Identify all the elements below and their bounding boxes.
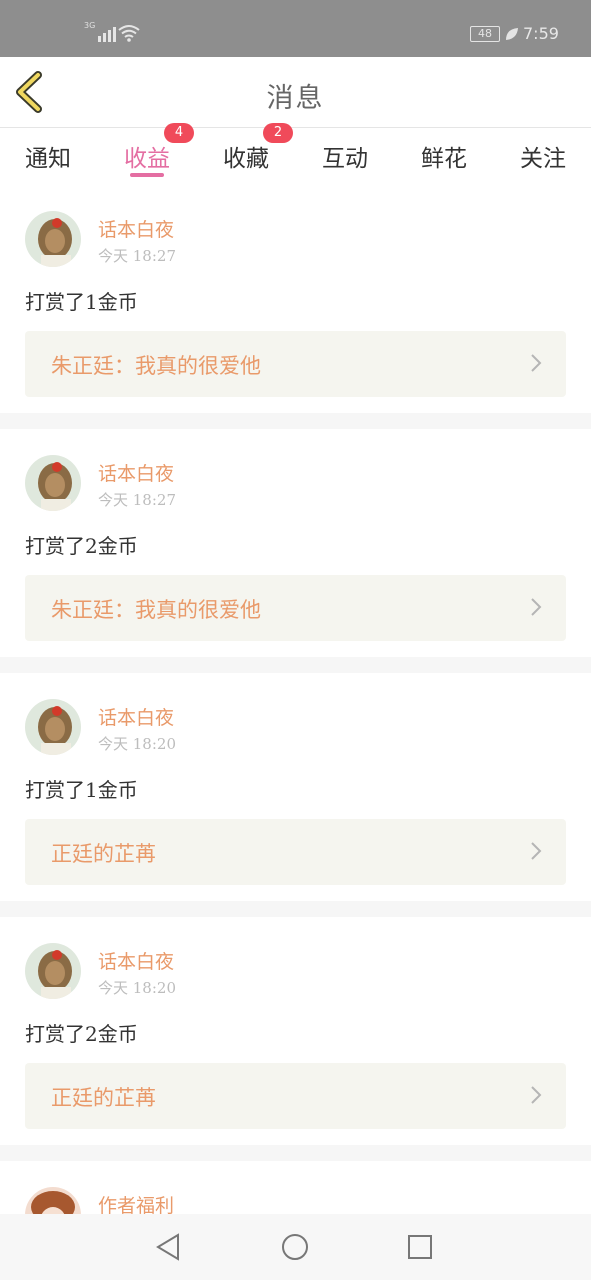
avatar[interactable] xyxy=(25,455,81,511)
list-item: 话本白夜 今天 18:20 打赏了1金币 正廷的芷苒 xyxy=(0,673,591,901)
action-text: 打赏了2金币 xyxy=(25,534,138,558)
signal-icon: 3G xyxy=(84,21,116,42)
book-title: 正廷的芷苒 xyxy=(51,842,156,866)
username[interactable]: 话本白夜 xyxy=(98,215,174,242)
list-item: 话本白夜 今天 18:20 打赏了2金币 正廷的芷苒 xyxy=(0,917,591,1145)
chevron-right-icon xyxy=(531,354,542,372)
tab-flowers[interactable]: 鲜花 xyxy=(409,139,479,173)
timestamp: 今天 18:27 xyxy=(98,247,176,265)
favorites-badge: 2 xyxy=(263,123,293,143)
list-item: 作者福利 xyxy=(0,1161,591,1243)
divider xyxy=(0,413,591,429)
leaf-icon xyxy=(506,28,518,40)
list-item: 话本白夜 今天 18:27 打赏了1金币 朱正廷：我真的很爱他 xyxy=(0,185,591,413)
book-title: 正廷的芷苒 xyxy=(51,1086,156,1110)
list-item: 话本白夜 今天 18:27 打赏了2金币 朱正廷：我真的很爱他 xyxy=(0,429,591,657)
nav-home-icon[interactable] xyxy=(279,1231,311,1263)
tab-notice[interactable]: 通知 xyxy=(13,139,83,173)
tab-bar: 通知 收益 4 收藏 2 互动 鲜花 关注 xyxy=(0,123,591,184)
timestamp: 今天 18:27 xyxy=(98,491,176,509)
timestamp: 今天 18:20 xyxy=(98,979,176,997)
action-text: 打赏了1金币 xyxy=(25,290,138,314)
divider xyxy=(0,1145,591,1161)
tab-earnings[interactable]: 收益 xyxy=(112,139,182,173)
divider xyxy=(0,901,591,917)
chevron-right-icon xyxy=(531,1086,542,1104)
username[interactable]: 话本白夜 xyxy=(98,947,174,974)
book-link[interactable]: 朱正廷：我真的很爱他 xyxy=(25,575,566,641)
nav-recents-icon[interactable] xyxy=(404,1231,436,1263)
chevron-right-icon xyxy=(531,842,542,860)
book-title: 朱正廷：我真的很爱他 xyxy=(51,354,261,378)
active-tab-indicator xyxy=(130,173,164,177)
page-title: 消息 xyxy=(266,83,325,114)
book-link[interactable]: 正廷的芷苒 xyxy=(25,819,566,885)
avatar[interactable] xyxy=(25,943,81,999)
wifi-icon xyxy=(118,25,140,42)
tab-favorites[interactable]: 收藏 xyxy=(211,139,281,173)
tab-interactions[interactable]: 互动 xyxy=(310,139,380,173)
header: 消息 xyxy=(0,57,591,128)
avatar[interactable] xyxy=(25,699,81,755)
battery-icon: 48 xyxy=(470,26,500,42)
book-link[interactable]: 朱正廷：我真的很爱他 xyxy=(25,331,566,397)
clock: 7:59 xyxy=(523,24,559,43)
chevron-right-icon xyxy=(531,598,542,616)
username[interactable]: 话本白夜 xyxy=(98,703,174,730)
tab-follows[interactable]: 关注 xyxy=(508,139,578,173)
status-bar: 3G 48 7:59 xyxy=(0,0,591,57)
action-text: 打赏了2金币 xyxy=(25,1022,138,1046)
earnings-badge: 4 xyxy=(164,123,194,143)
avatar[interactable] xyxy=(25,211,81,267)
username[interactable]: 话本白夜 xyxy=(98,459,174,486)
timestamp: 今天 18:20 xyxy=(98,735,176,753)
divider xyxy=(0,657,591,673)
book-link[interactable]: 正廷的芷苒 xyxy=(25,1063,566,1129)
nav-back-icon[interactable] xyxy=(152,1231,184,1263)
action-text: 打赏了1金币 xyxy=(25,778,138,802)
book-title: 朱正廷：我真的很爱他 xyxy=(51,598,261,622)
system-nav-bar xyxy=(0,1214,591,1280)
network-type: 3G xyxy=(84,21,96,30)
